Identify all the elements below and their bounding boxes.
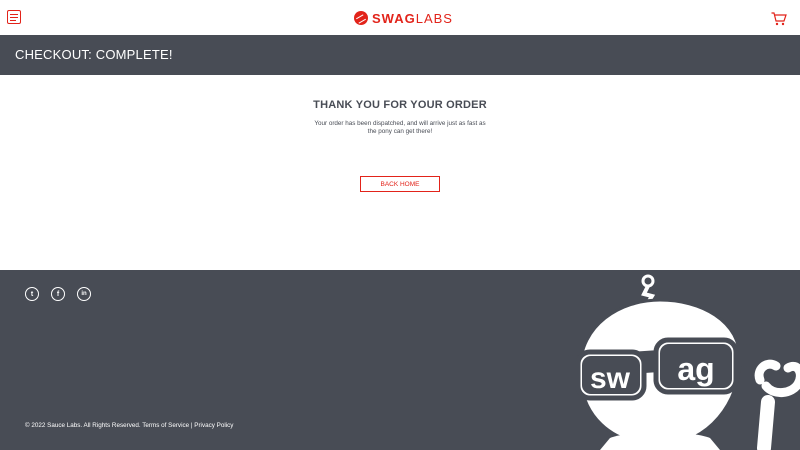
footer-copyright: © 2022 Sauce Labs. All Rights Reserved. … bbox=[25, 422, 234, 429]
page-title: CHECKOUT: COMPLETE! bbox=[15, 47, 173, 62]
facebook-icon: f bbox=[56, 290, 60, 298]
cart-icon[interactable] bbox=[771, 12, 787, 26]
robot-glasses-right-text: ag bbox=[677, 351, 714, 387]
social-linkedin-link[interactable]: in bbox=[77, 287, 91, 301]
footer: t f in © 2022 Sauce Labs. All Rights Res… bbox=[0, 270, 800, 450]
brand-name-bold: SWAG bbox=[372, 10, 416, 26]
back-home-button[interactable]: BACK HOME bbox=[360, 176, 440, 192]
social-twitter-link[interactable]: t bbox=[25, 287, 39, 301]
burger-menu-button[interactable] bbox=[7, 10, 21, 24]
linkedin-icon: in bbox=[81, 291, 87, 297]
twitter-icon: t bbox=[30, 290, 34, 298]
menu-icon bbox=[10, 14, 18, 15]
secondary-header: CHECKOUT: COMPLETE! bbox=[0, 35, 800, 75]
menu-icon-line bbox=[10, 17, 18, 18]
robot-glasses-left-text: sw bbox=[590, 362, 631, 395]
social-facebook-link[interactable]: f bbox=[51, 287, 65, 301]
swag-bot-mascot: sw ag bbox=[568, 274, 800, 450]
brand-name-light: LABS bbox=[415, 10, 453, 26]
header-bar: SWAGLABS bbox=[0, 0, 800, 35]
menu-icon-line bbox=[10, 20, 16, 21]
complete-header: THANK YOU FOR YOUR ORDER bbox=[313, 99, 487, 111]
swag-labs-logo-icon bbox=[354, 11, 368, 25]
checkout-complete-container: THANK YOU FOR YOUR ORDER Your order has … bbox=[0, 75, 800, 270]
app-logo: SWAGLABS bbox=[354, 9, 453, 27]
brand-name: SWAGLABS bbox=[372, 11, 453, 26]
complete-text: Your order has been dispatched, and will… bbox=[314, 120, 486, 135]
